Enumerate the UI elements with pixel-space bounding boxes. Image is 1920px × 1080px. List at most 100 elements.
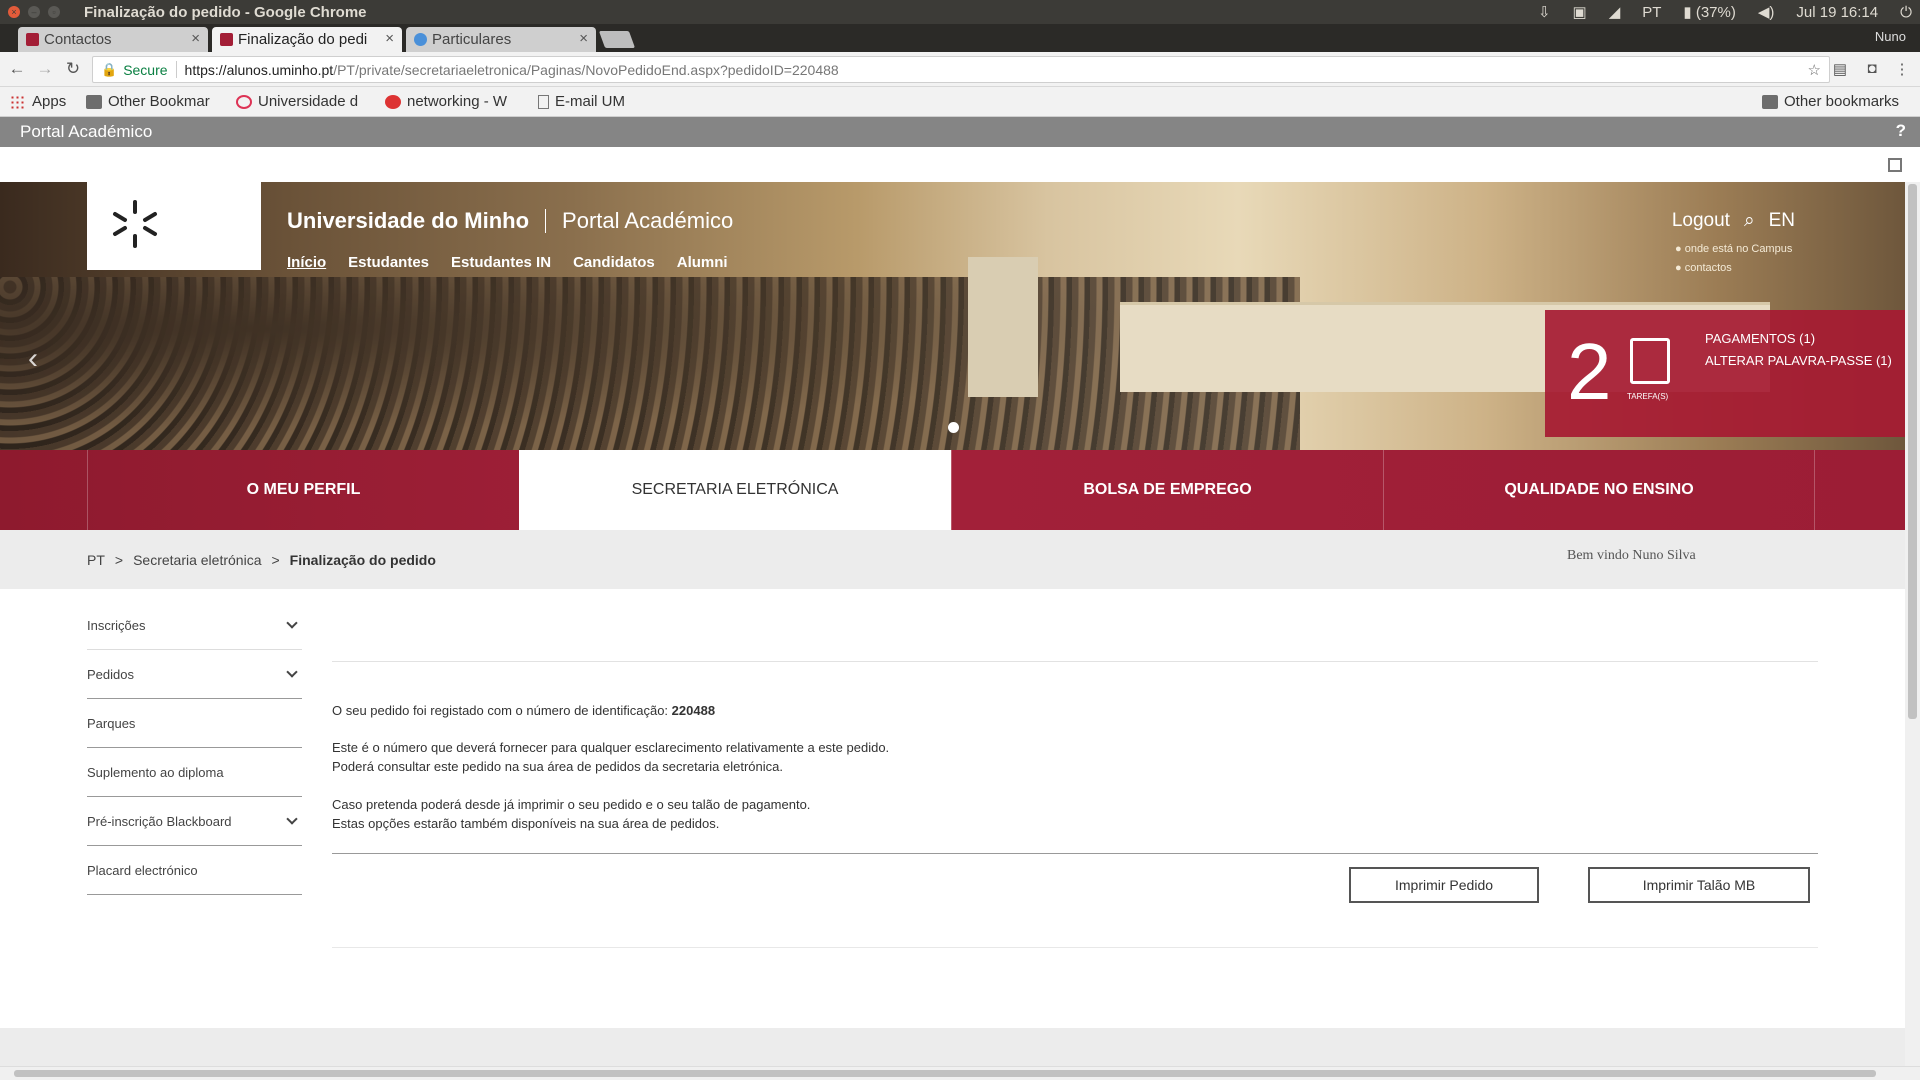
hero-utilities: Logout ⌕ EN bbox=[1672, 210, 1795, 232]
print-info-paragraph: Caso pretenda poderá desde já imprimir o… bbox=[332, 795, 810, 833]
breadcrumb-secretaria[interactable]: Secretaria eletrónica bbox=[133, 552, 261, 568]
minimize-window-button[interactable]: – bbox=[28, 6, 40, 18]
hero-banner: Universidade do Minho Portal Académico I… bbox=[0, 182, 1905, 450]
close-tab-icon[interactable]: × bbox=[579, 30, 588, 47]
breadcrumb: PT > Secretaria eletrónica > Finalização… bbox=[87, 552, 436, 568]
profile-name[interactable]: Nuno bbox=[1875, 29, 1906, 44]
print-order-button[interactable]: Imprimir Pedido bbox=[1349, 867, 1539, 903]
new-tab-button[interactable] bbox=[598, 31, 636, 48]
clock[interactable]: Jul 19 16:14 bbox=[1796, 4, 1878, 21]
nav-estudantes-in[interactable]: Estudantes IN bbox=[451, 254, 551, 271]
tab-bolsa-de-emprego[interactable]: BOLSA DE EMPREGO bbox=[951, 450, 1383, 530]
bookmark-other-folder[interactable]: Other Bookmar bbox=[86, 93, 222, 110]
bookmark-other-bookmarks[interactable]: Other bookmarks bbox=[1762, 93, 1899, 110]
chevron-down-icon bbox=[286, 617, 298, 629]
task-count: 2 bbox=[1567, 327, 1612, 416]
url-host: https://alunos.uminho.pt bbox=[184, 61, 334, 78]
welcome-message: Bem vindo Nuno Silva bbox=[1567, 548, 1696, 563]
reload-icon[interactable]: ↻ bbox=[62, 58, 84, 80]
bookmark-email-um[interactable]: E-mail UM bbox=[538, 93, 625, 110]
divider bbox=[545, 209, 547, 233]
carousel-dot[interactable] bbox=[948, 422, 959, 433]
window-title: Finalização do pedido - Google Chrome bbox=[84, 3, 367, 21]
keyboard-language[interactable]: PT bbox=[1642, 4, 1661, 21]
task-item-alterar-palavra-passe[interactable]: ALTERAR PALAVRA-PASSE (1) bbox=[1705, 350, 1892, 372]
volume-icon[interactable]: ◀) bbox=[1758, 3, 1775, 21]
bookmark-universidade[interactable]: Universidade d bbox=[236, 93, 370, 110]
breadcrumb-separator: > bbox=[114, 552, 124, 568]
sidebar-menu: Inscrições Pedidos Parques Suplemento ao… bbox=[87, 601, 302, 895]
battery-icon: ▮ bbox=[1683, 4, 1696, 21]
fullscreen-icon[interactable] bbox=[1888, 158, 1902, 172]
nav-candidatos[interactable]: Candidatos bbox=[573, 254, 655, 271]
tab-finalizacao[interactable]: Finalização do pedi × bbox=[212, 27, 402, 52]
wifi-icon[interactable]: ◢ bbox=[1609, 3, 1621, 21]
clipboard-icon bbox=[1630, 338, 1670, 384]
scrollbar-thumb[interactable] bbox=[1908, 184, 1917, 719]
keyboard-icon[interactable]: ▣ bbox=[1573, 3, 1587, 21]
order-info-line: Poderá consultar este pedido na sua área… bbox=[332, 759, 783, 774]
order-id: 220488 bbox=[671, 703, 716, 718]
battery-indicator[interactable]: ▮ (37%) bbox=[1683, 3, 1735, 21]
sidebar-item-inscricoes[interactable]: Inscrições bbox=[87, 601, 302, 650]
nav-estudantes[interactable]: Estudantes bbox=[348, 254, 429, 271]
pocket-icon[interactable]: ◘ bbox=[1862, 60, 1882, 80]
window-controls: × – ▫ bbox=[8, 6, 60, 18]
main-nav: Início Estudantes Estudantes IN Candidat… bbox=[287, 254, 728, 271]
extension-icon[interactable]: ▤ bbox=[1830, 60, 1850, 80]
university-name[interactable]: Universidade do Minho bbox=[287, 208, 529, 234]
carousel-prev-icon[interactable]: ‹ bbox=[28, 342, 38, 376]
uminho-favicon-icon bbox=[26, 33, 39, 46]
tab-contactos[interactable]: Contactos × bbox=[18, 27, 208, 52]
divider bbox=[332, 947, 1818, 948]
forward-arrow-icon[interactable]: → bbox=[34, 58, 56, 80]
vertical-scrollbar[interactable] bbox=[1905, 182, 1920, 1066]
campus-link[interactable]: ● onde está no Campus bbox=[1675, 240, 1792, 259]
hero-sublinks: ● onde está no Campus ● contactos bbox=[1675, 240, 1792, 278]
print-mb-slip-button[interactable]: Imprimir Talão MB bbox=[1588, 867, 1810, 903]
browser-toolbar: ← → ↻ 🔒 Secure https://alunos.uminho.pt /… bbox=[0, 52, 1920, 87]
nav-alumni[interactable]: Alumni bbox=[677, 254, 728, 271]
print-info-line: Caso pretenda poderá desde já imprimir o… bbox=[332, 797, 811, 812]
uminho-favicon-icon bbox=[236, 94, 252, 109]
logout-link[interactable]: Logout bbox=[1672, 210, 1730, 232]
sidebar-item-placard[interactable]: Placard electrónico bbox=[87, 846, 302, 895]
contacts-link[interactable]: ● contactos bbox=[1675, 259, 1792, 278]
uminho-logo[interactable] bbox=[87, 182, 261, 270]
bookmark-networking[interactable]: networking - W bbox=[385, 93, 523, 110]
sidebar-item-suplemento[interactable]: Suplemento ao diploma bbox=[87, 748, 302, 797]
dropbox-icon[interactable]: ⇩ bbox=[1538, 3, 1551, 21]
breadcrumb-separator: > bbox=[271, 552, 280, 568]
address-bar[interactable]: 🔒 Secure https://alunos.uminho.pt/PT/pri… bbox=[92, 56, 1830, 83]
horizontal-scrollbar[interactable] bbox=[0, 1066, 1920, 1080]
sidebar-item-parques[interactable]: Parques bbox=[87, 699, 302, 748]
scrollbar-thumb[interactable] bbox=[14, 1070, 1876, 1077]
tab-o-meu-perfil[interactable]: O MEU PERFIL bbox=[87, 450, 519, 530]
back-arrow-icon[interactable]: ← bbox=[6, 58, 28, 80]
maximize-window-button[interactable]: ▫ bbox=[48, 6, 60, 18]
search-icon[interactable]: ⌕ bbox=[1744, 210, 1755, 232]
power-icon[interactable]: ⏻ bbox=[1900, 4, 1912, 21]
portal-name[interactable]: Portal Académico bbox=[562, 208, 733, 234]
task-item-pagamentos[interactable]: PAGAMENTOS (1) bbox=[1705, 328, 1892, 350]
tab-particulares[interactable]: Particulares × bbox=[406, 27, 596, 52]
sidebar-item-pedidos[interactable]: Pedidos bbox=[87, 650, 302, 699]
bookmark-apps[interactable]: Apps bbox=[10, 93, 66, 110]
breadcrumb-current: Finalização do pedido bbox=[289, 552, 436, 568]
menu-dots-icon[interactable]: ⋮ bbox=[1892, 60, 1912, 80]
close-tab-icon[interactable]: × bbox=[385, 30, 394, 47]
close-tab-icon[interactable]: × bbox=[191, 30, 200, 47]
language-switch[interactable]: EN bbox=[1769, 210, 1795, 232]
breadcrumb-pt[interactable]: PT bbox=[87, 552, 105, 568]
sidebar-item-pre-inscricao-blackboard[interactable]: Pré-inscrição Blackboard bbox=[87, 797, 302, 846]
tab-secretaria-eletronica[interactable]: SECRETARIA ELETRÓNICA bbox=[519, 450, 951, 530]
nav-inicio[interactable]: Início bbox=[287, 254, 326, 271]
globe-favicon-icon bbox=[414, 33, 427, 46]
secure-label: Secure bbox=[123, 61, 168, 78]
hero-podium-image bbox=[968, 257, 1038, 397]
tasks-panel[interactable]: 2 TAREFA(S) PAGAMENTOS (1) ALTERAR PALAV… bbox=[1545, 310, 1905, 437]
help-icon[interactable]: ? bbox=[1896, 121, 1906, 141]
close-window-button[interactable]: × bbox=[8, 6, 20, 18]
tab-qualidade-no-ensino[interactable]: QUALIDADE NO ENSINO bbox=[1383, 450, 1815, 530]
bookmark-star-icon[interactable]: ☆ bbox=[1808, 61, 1821, 79]
